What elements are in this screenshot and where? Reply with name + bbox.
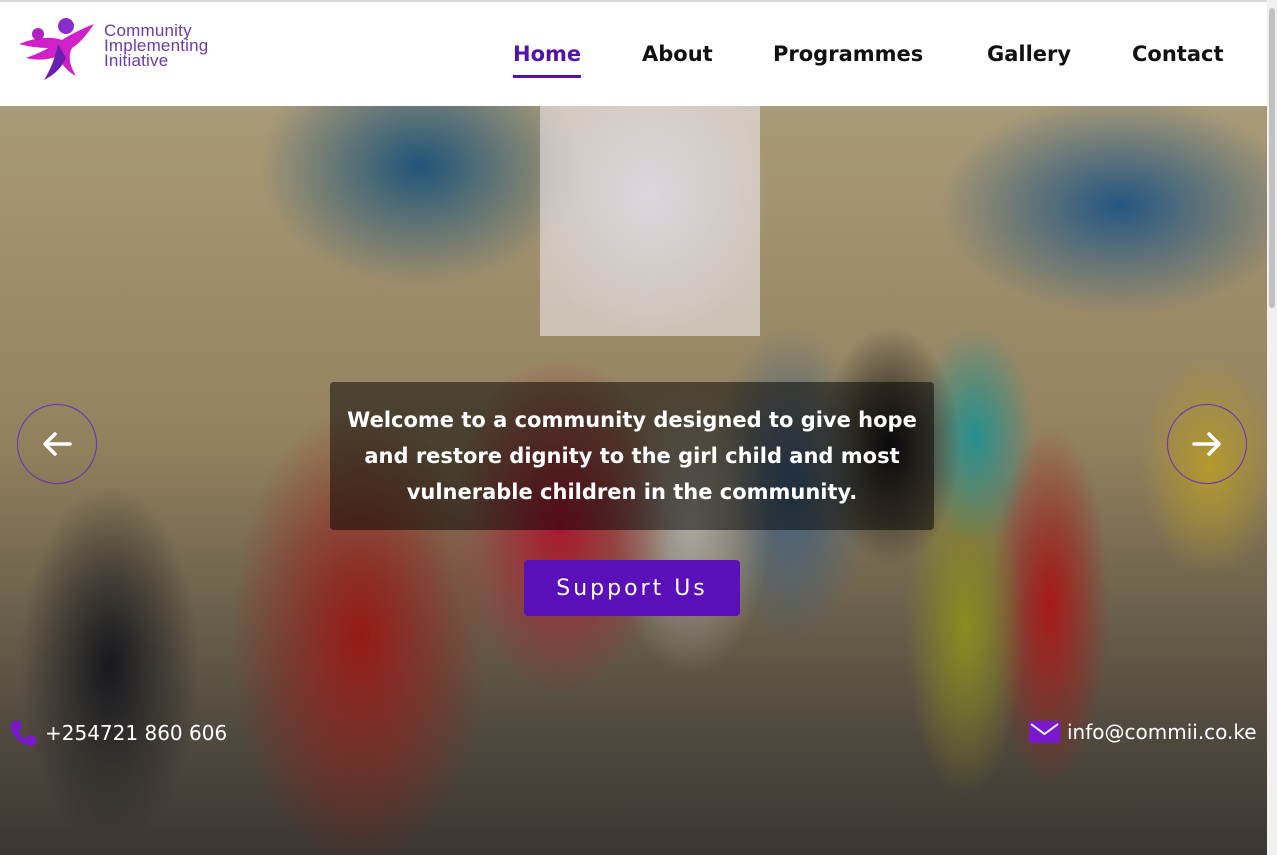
arrow-left-icon [43,432,72,456]
carousel-next-button[interactable] [1167,404,1247,484]
phone-number: +254721 860 606 [45,721,228,745]
hero-background-photo [540,106,760,336]
page-scrollbar[interactable] [1267,0,1277,855]
nav-home[interactable]: Home [513,42,582,78]
nav-gallery[interactable]: Gallery [987,42,1071,66]
site-header: Community Implementing Initiative Home A… [0,0,1277,106]
main-nav: Home About Programmes Gallery Contact [0,42,1277,82]
phone-icon [10,721,36,746]
email-address: info@commii.co.ke [1067,720,1257,744]
nav-programmes[interactable]: Programmes [773,42,923,66]
email-contact[interactable]: info@commii.co.ke [1029,720,1257,744]
envelope-icon [1029,721,1060,743]
hero-carousel: Welcome to a community designed to give … [0,106,1277,855]
hero-caption: Welcome to a community designed to give … [330,382,934,530]
nav-contact[interactable]: Contact [1132,42,1224,66]
nav-about[interactable]: About [642,42,713,66]
arrow-right-icon [1192,432,1221,456]
support-us-button[interactable]: Support Us [524,560,740,616]
phone-contact[interactable]: +254721 860 606 [8,718,227,748]
scrollbar-thumb[interactable] [1269,8,1275,308]
hero-caption-text: Welcome to a community designed to give … [347,408,917,504]
carousel-prev-button[interactable] [17,404,97,484]
